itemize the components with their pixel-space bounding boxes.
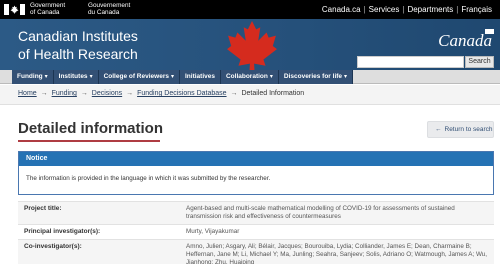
row-value: Amno, Julien; Asgary, Ali; Bélair, Jacqu… <box>186 243 488 264</box>
gov-fr-line1: Gouvernement <box>88 2 131 9</box>
wordmark-flag-icon <box>485 29 494 34</box>
menu-item-discoveries[interactable]: Discoveries for life ▾ <box>278 70 354 84</box>
breadcrumb-funding-decisions-database[interactable]: Funding Decisions Database <box>137 90 227 97</box>
chevron-down-icon: ▾ <box>89 74 93 80</box>
page-title: Detailed information <box>18 120 164 137</box>
chevron-down-icon: ▾ <box>344 74 348 80</box>
arrow-left-icon: ← <box>435 126 442 133</box>
notice-panel: Notice The information is provided in th… <box>18 151 494 195</box>
arrow-right-icon: → <box>80 90 88 97</box>
maple-leaf-icon <box>227 21 277 70</box>
details-table: Project title: Agent-based and multi-sca… <box>18 201 494 264</box>
arrow-right-icon: → <box>230 90 238 97</box>
site-title-line1: Canadian Institutes <box>18 28 138 44</box>
menu-item-college-of-reviewers[interactable]: College of Reviewers ▾ <box>98 70 180 84</box>
main-menu: Funding ▾ Institutes ▾ College of Reviewer… <box>0 70 500 84</box>
gouvernement-du-canada-text[interactable]: Gouvernement du Canada <box>88 2 130 16</box>
chevron-down-icon: ▾ <box>170 74 174 80</box>
gov-en-line2: of Canada <box>30 9 60 16</box>
gov-en-line1: Government <box>30 2 66 9</box>
title-underline <box>18 140 160 142</box>
chevron-down-icon: ▾ <box>44 74 48 80</box>
arrow-right-icon: → <box>40 90 48 97</box>
arrow-right-icon: → <box>126 90 134 97</box>
site-title[interactable]: Canadian Institutes of Health Research <box>18 27 138 63</box>
canada-wordmark: Canada <box>438 31 492 50</box>
menu-item-label: Initiatives <box>184 73 215 80</box>
search-input[interactable] <box>357 56 464 68</box>
notice-text: The information is provided in the langu… <box>26 175 271 182</box>
menu-item-funding[interactable]: Funding ▾ <box>12 70 54 84</box>
search-button[interactable]: Search <box>465 56 494 68</box>
chevron-down-icon: ▾ <box>269 74 273 80</box>
row-label: Co-investigator(s): <box>24 243 82 250</box>
menu-item-collaboration[interactable]: Collaboration ▾ <box>220 70 279 84</box>
breadcrumb-home[interactable]: Home <box>18 90 37 97</box>
government-of-canada-text[interactable]: Government of Canada <box>30 2 65 16</box>
link-departments[interactable]: Departments <box>407 5 453 14</box>
site-banner: Canadian Institutes of Health Research C… <box>0 19 500 70</box>
table-row: Principal investigator(s): Murty, Vijaya… <box>18 224 494 239</box>
row-value: Murty, Vijayakumar <box>186 228 240 235</box>
menu-item-initiatives[interactable]: Initiatives <box>179 70 221 84</box>
breadcrumb-decisions[interactable]: Decisions <box>92 90 122 97</box>
menu-item-label: College of Reviewers <box>103 73 169 80</box>
table-row: Co-investigator(s): Amno, Julien; Asgary… <box>18 239 494 264</box>
return-to-search-label: Return to search <box>444 126 493 133</box>
breadcrumb: Home → Funding → Decisions → Funding Dec… <box>0 85 500 105</box>
menu-item-label: Funding <box>17 73 43 80</box>
notice-heading: Notice <box>19 152 493 166</box>
top-links: Canada.ca | Services | Departments | Français <box>321 5 492 14</box>
link-canada-ca[interactable]: Canada.ca <box>322 5 361 14</box>
row-label: Principal investigator(s): <box>24 228 101 235</box>
menu-item-label: Discoveries for life <box>283 73 343 80</box>
canada-flag-icon <box>4 4 25 15</box>
site-title-line2: of Health Research <box>18 46 138 62</box>
federal-identity-bar: Government of Canada Gouvernement du Can… <box>0 0 500 19</box>
breadcrumb-funding[interactable]: Funding <box>52 90 77 97</box>
row-label: Project title: <box>24 205 62 212</box>
row-value: Agent-based and multi-scale mathematical… <box>186 205 455 220</box>
menu-item-label: Institutes <box>58 73 88 80</box>
menu-item-label: Collaboration <box>225 73 268 80</box>
link-services[interactable]: Services <box>369 5 400 14</box>
gov-fr-line2: du Canada <box>88 9 120 16</box>
return-to-search-button[interactable]: ← Return to search <box>427 121 494 138</box>
table-row: Project title: Agent-based and multi-sca… <box>18 201 494 224</box>
menu-item-institutes[interactable]: Institutes ▾ <box>53 70 99 84</box>
breadcrumb-current: Detailed Information <box>241 90 305 97</box>
link-francais[interactable]: Français <box>461 5 492 14</box>
